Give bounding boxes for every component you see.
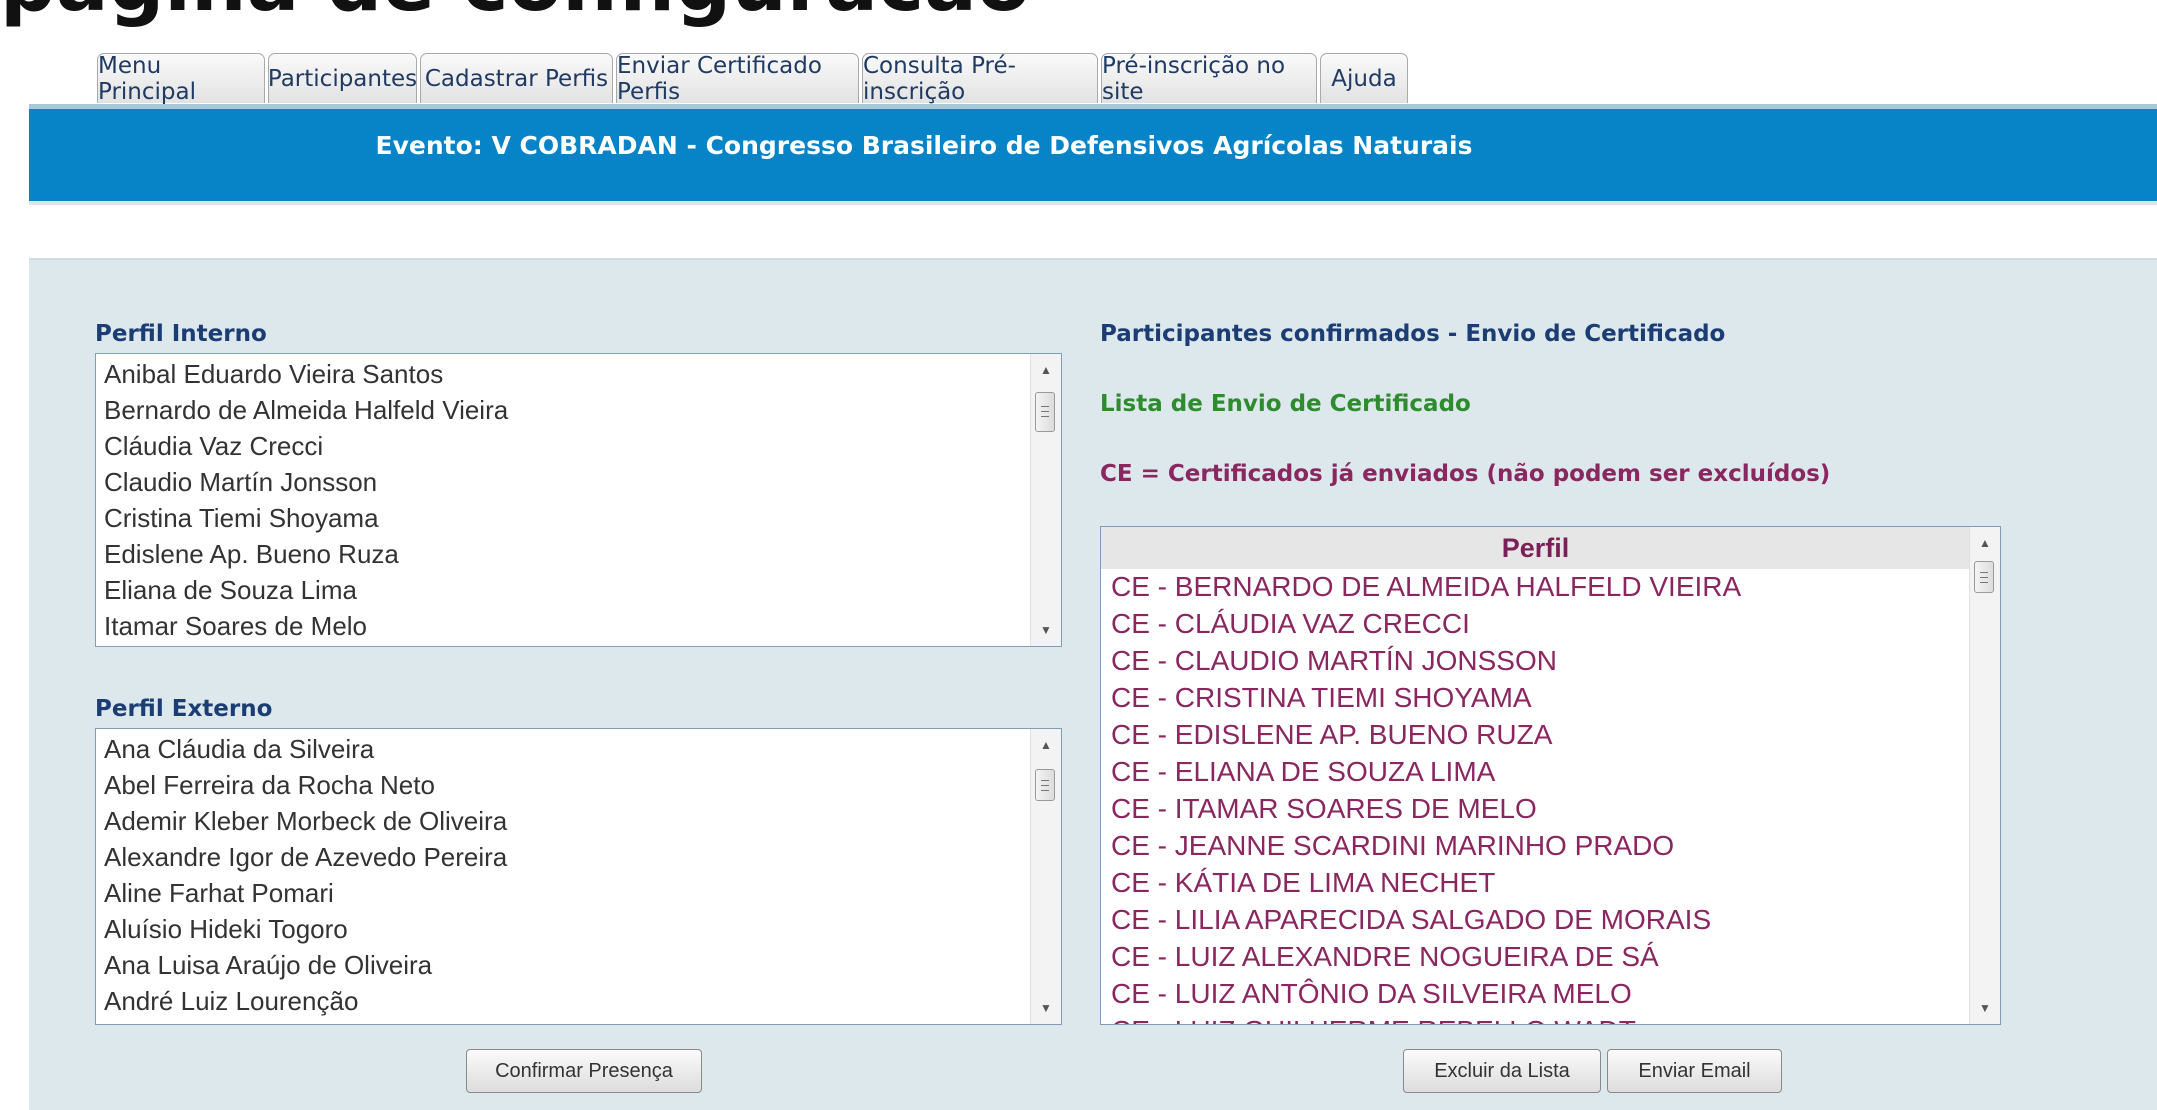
- list-item[interactable]: Ana Cláudia da Silveira: [104, 734, 374, 765]
- list-item[interactable]: CE - KÁTIA DE LIMA NECHET: [1111, 867, 1495, 899]
- list-item[interactable]: Aline Farhat Pomari: [104, 878, 334, 909]
- list-item[interactable]: Bernardo de Almeida Halfeld Vieira: [104, 395, 508, 426]
- tab-cadastrar-perfis[interactable]: Cadastrar Perfis: [420, 53, 613, 103]
- list-item[interactable]: Eliana de Souza Lima: [104, 575, 357, 606]
- event-title: Evento: V COBRADAN - Congresso Brasileir…: [375, 131, 1473, 160]
- lista-envio-label: Lista de Envio de Certificado: [1100, 391, 1471, 417]
- ce-note: CE = Certificados já enviados (não podem…: [1100, 461, 1831, 487]
- enviar-email-button[interactable]: Enviar Email: [1607, 1049, 1782, 1093]
- list-item[interactable]: Itamar Soares de Melo: [104, 611, 367, 642]
- scroll-thumb[interactable]: [1035, 769, 1055, 801]
- excluir-da-lista-button[interactable]: Excluir da Lista: [1403, 1049, 1601, 1093]
- tab-bar: Menu Principal Participantes Cadastrar P…: [29, 53, 2157, 106]
- list-item[interactable]: CE - EDISLENE AP. BUENO RUZA: [1111, 719, 1552, 751]
- tab-participantes[interactable]: Participantes: [268, 53, 417, 103]
- list-item[interactable]: CE - ITAMAR SOARES DE MELO: [1111, 793, 1537, 825]
- scroll-thumb[interactable]: [1035, 392, 1055, 432]
- scroll-down-icon[interactable]: ▼: [1031, 616, 1061, 644]
- list-item[interactable]: CE - CLAUDIO MARTÍN JONSSON: [1111, 645, 1557, 677]
- list-item[interactable]: CE - LUIZ GUILHERME REBELLO WADT: [1111, 1015, 1636, 1024]
- perfil-externo-label: Perfil Externo: [95, 696, 273, 722]
- tab-consulta-pre-inscricao[interactable]: Consulta Pré-inscrição: [862, 53, 1098, 105]
- scrollbar[interactable]: ▲ ▼: [1969, 527, 2000, 1024]
- scrollbar[interactable]: ▲ ▼: [1030, 354, 1061, 646]
- certificado-listbox[interactable]: Perfil CE - BERNARDO DE ALMEIDA HALFELD …: [1100, 526, 2001, 1025]
- perfil-interno-listbox[interactable]: Anibal Eduardo Vieira Santos Bernardo de…: [95, 353, 1062, 647]
- scrollbar[interactable]: ▲ ▼: [1030, 729, 1061, 1024]
- list-item[interactable]: CE - LILIA APARECIDA SALGADO DE MORAIS: [1111, 904, 1711, 936]
- scroll-up-icon[interactable]: ▲: [1031, 731, 1061, 759]
- scroll-up-icon[interactable]: ▲: [1031, 356, 1061, 384]
- list-item[interactable]: André Luiz Lourenção: [104, 986, 358, 1017]
- list-item[interactable]: CE - BERNARDO DE ALMEIDA HALFELD VIEIRA: [1111, 571, 1741, 603]
- list-item[interactable]: CE - LUIZ ANTÔNIO DA SILVEIRA MELO: [1111, 978, 1632, 1010]
- scroll-down-icon[interactable]: ▼: [1970, 994, 2000, 1022]
- list-item[interactable]: Ademir Kleber Morbeck de Oliveira: [104, 806, 507, 837]
- perfil-column-header: Perfil: [1101, 527, 1970, 569]
- tab-menu-principal[interactable]: Menu Principal: [97, 53, 265, 105]
- scroll-thumb[interactable]: [1974, 561, 1994, 593]
- list-item[interactable]: CE - JEANNE SCARDINI MARINHO PRADO: [1111, 830, 1674, 862]
- participantes-confirmados-title: Participantes confirmados - Envio de Cer…: [1100, 321, 1726, 347]
- tab-enviar-certificado-perfis[interactable]: Enviar Certificado Perfis: [616, 53, 859, 105]
- event-banner: Evento: V COBRADAN - Congresso Brasileir…: [29, 109, 2157, 201]
- list-item[interactable]: Anibal Eduardo Vieira Santos: [104, 359, 443, 390]
- perfil-interno-label: Perfil Interno: [95, 321, 267, 347]
- confirmar-presenca-button[interactable]: Confirmar Presença: [466, 1049, 702, 1093]
- list-item[interactable]: Ana Luisa Araújo de Oliveira: [104, 950, 432, 981]
- banner-shadow: [29, 201, 2157, 205]
- list-item[interactable]: Abel Ferreira da Rocha Neto: [104, 770, 435, 801]
- list-item[interactable]: CE - LUIZ ALEXANDRE NOGUEIRA DE SÁ: [1111, 941, 1659, 973]
- tab-pre-inscricao-no-site[interactable]: Pré-inscrição no site: [1101, 53, 1317, 105]
- list-item[interactable]: CE - CRISTINA TIEMI SHOYAMA: [1111, 682, 1532, 714]
- perfil-externo-listbox[interactable]: Ana Cláudia da Silveira Abel Ferreira da…: [95, 728, 1062, 1025]
- scroll-down-icon[interactable]: ▼: [1031, 994, 1061, 1022]
- main-panel: Perfil Interno Anibal Eduardo Vieira San…: [29, 258, 2157, 1110]
- list-item[interactable]: Cláudia Vaz Crecci: [104, 431, 323, 462]
- list-item[interactable]: Cristina Tiemi Shoyama: [104, 503, 379, 534]
- list-item[interactable]: CE - ELIANA DE SOUZA LIMA: [1111, 756, 1495, 788]
- list-item[interactable]: Edislene Ap. Bueno Ruza: [104, 539, 399, 570]
- scroll-up-icon[interactable]: ▲: [1970, 529, 2000, 557]
- list-item[interactable]: Claudio Martín Jonsson: [104, 467, 377, 498]
- partial-heading: pagina de configuracao: [0, 0, 1200, 34]
- list-item[interactable]: Aluísio Hideki Togoro: [104, 914, 348, 945]
- list-item[interactable]: Alexandre Igor de Azevedo Pereira: [104, 842, 507, 873]
- list-item[interactable]: CE - CLÁUDIA VAZ CRECCI: [1111, 608, 1470, 640]
- tab-ajuda[interactable]: Ajuda: [1320, 53, 1408, 103]
